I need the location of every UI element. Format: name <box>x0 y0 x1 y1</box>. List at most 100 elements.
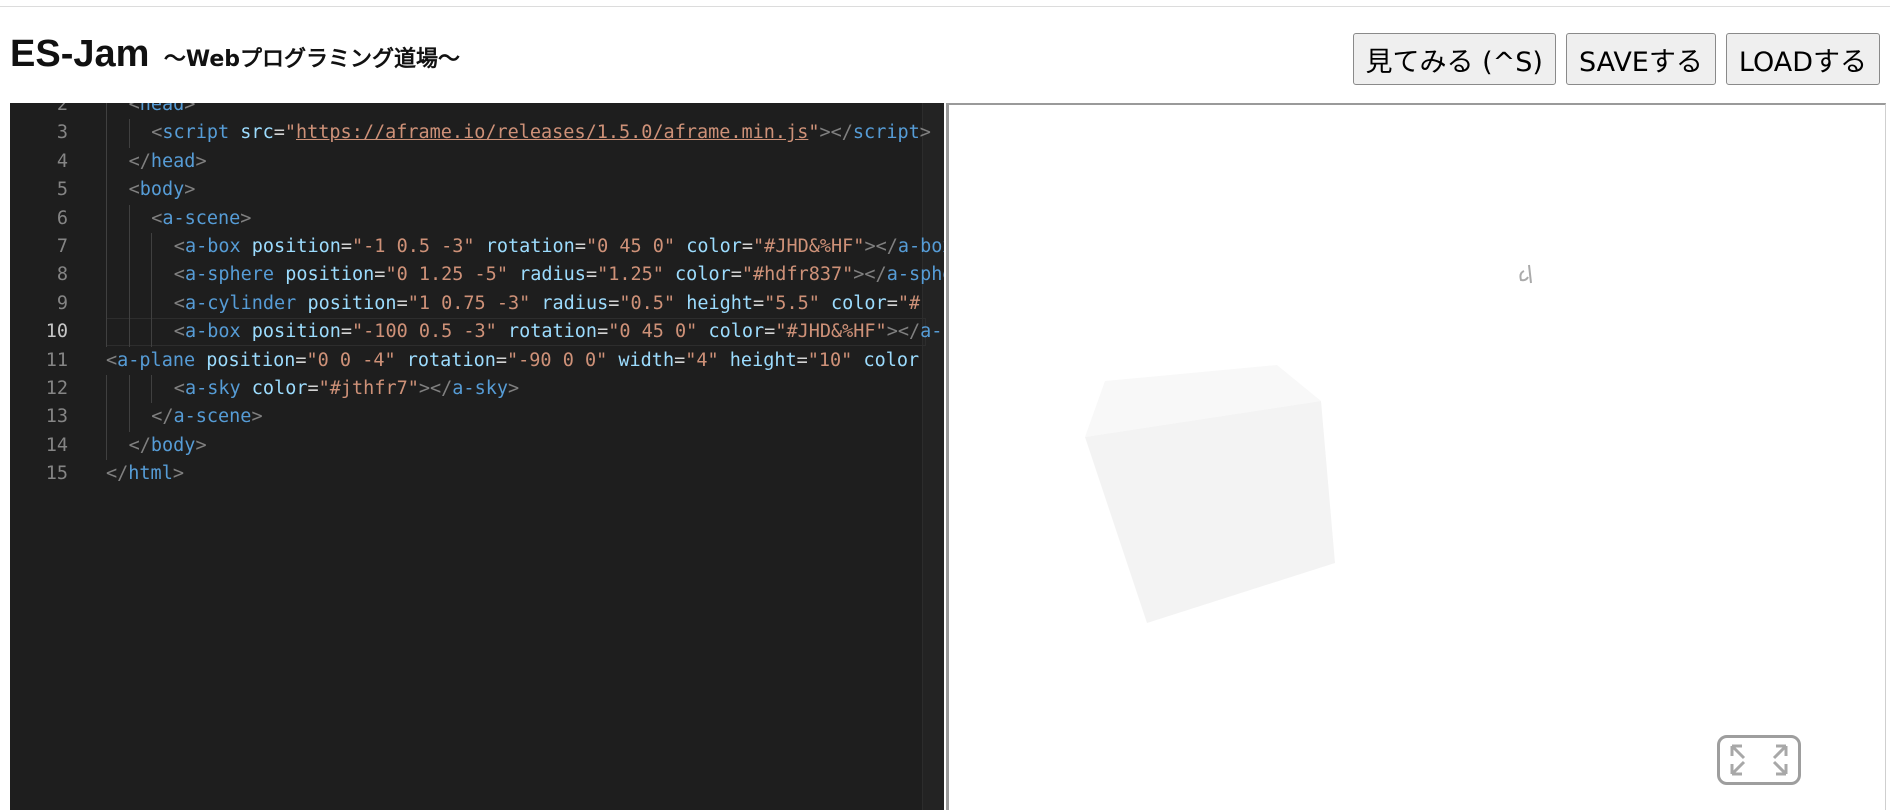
code-token: a-box <box>920 321 944 343</box>
code-token: = <box>273 122 285 144</box>
code-line[interactable]: <script src="https://aframe.io/releases/… <box>151 119 931 147</box>
indent-guide <box>106 103 107 120</box>
code-token: "#hdfr837" <box>741 264 854 286</box>
code-token: ></ <box>886 321 921 343</box>
code-token: position <box>206 349 296 371</box>
code-token: ></ <box>864 236 898 257</box>
code-token: "-90 0 0" <box>507 349 608 371</box>
app-header: ES-Jam ～Webプログラミング道場～ 見てみる (^S) SAVEする L… <box>0 7 1890 103</box>
code-token: body <box>139 179 185 201</box>
code-token: head <box>139 103 185 115</box>
preview-button[interactable]: 見てみる (^S) <box>1352 33 1556 85</box>
code-editor[interactable]: 2 <head> 3 <script src="https://aframe.io/r… <box>10 103 944 810</box>
indent-guide <box>106 375 107 404</box>
load-button[interactable]: LOADする <box>1725 33 1880 85</box>
fullscreen-button[interactable] <box>1717 735 1801 785</box>
code-token: a-sky <box>184 378 241 399</box>
code-token: > <box>919 122 931 144</box>
code-token: color <box>831 292 887 314</box>
save-button[interactable]: SAVEする <box>1565 33 1716 85</box>
code-token: < <box>151 122 163 144</box>
code-token: = <box>730 264 742 286</box>
code-token: </ <box>128 434 151 456</box>
code-token: </ <box>151 406 174 428</box>
line-number: 14 <box>45 434 68 456</box>
code-token: > <box>195 434 207 456</box>
code-token: < <box>128 103 140 115</box>
code-line[interactable]: <a-scene> <box>151 205 251 233</box>
box-3d <box>1085 365 1335 623</box>
code-token: a-sphere <box>886 264 944 286</box>
code-token: > <box>172 463 184 485</box>
code-token: radius <box>519 264 586 286</box>
code-token: position <box>285 264 375 286</box>
code-token: < <box>173 292 185 314</box>
code-line[interactable]: <a-box position="-1 0.5 -3" rotation="0 … <box>174 233 944 261</box>
app-subtitle: ～Webプログラミング道場～ <box>163 47 461 72</box>
code-token: ></ <box>853 264 887 286</box>
app-title: ES-Jam <box>10 33 150 75</box>
code-token: < <box>173 264 185 286</box>
code-token: "-100 0.5 -3" <box>352 321 497 343</box>
code-token: ></ <box>418 378 453 399</box>
line-number: 4 <box>56 150 68 172</box>
line-number: 2 <box>56 103 68 115</box>
code-token: > <box>184 179 196 201</box>
code-line[interactable]: <a-box position="-100 0.5 -3" rotation="… <box>174 318 944 346</box>
code-token: color <box>863 349 920 371</box>
line-number: 13 <box>45 406 68 428</box>
code-token: = <box>796 349 808 371</box>
line-number: 10 <box>45 321 68 343</box>
code-token: a-scene <box>162 207 241 229</box>
box-front-face <box>1085 401 1335 623</box>
code-line[interactable]: </body> <box>129 432 207 460</box>
line-number: 9 <box>56 292 68 314</box>
line-number: 8 <box>56 264 68 286</box>
code-token: " <box>808 122 820 144</box>
indent-guide <box>128 261 130 290</box>
code-token: </ <box>128 150 151 172</box>
code-line[interactable]: <a-sphere position="0 1.25 -5" radius="1… <box>174 261 944 289</box>
line-number: 12 <box>45 378 68 399</box>
code-token: position <box>307 292 397 314</box>
code-token: a-scene <box>173 406 252 428</box>
code-line[interactable]: <body> <box>129 176 196 204</box>
scene-canvas[interactable] <box>949 105 1886 810</box>
code-line[interactable]: <a-sky color="#jthfr7"></a-sky> <box>174 375 519 403</box>
code-line[interactable]: </head> <box>129 148 207 176</box>
code-line[interactable]: <head> <box>129 103 196 119</box>
code-token: = <box>741 236 754 257</box>
code-token: < <box>173 236 185 257</box>
top-rule <box>0 0 1890 7</box>
code-line[interactable]: <a-plane position="0 0 -4" rotation="-90… <box>106 347 919 375</box>
code-token: "4" <box>685 349 719 371</box>
code-token: "#JHD&%HF" <box>753 236 865 257</box>
code-token: script <box>852 122 920 144</box>
indent-guide <box>106 147 107 177</box>
editor-scrollbar[interactable] <box>922 103 944 810</box>
code-line[interactable]: </html> <box>106 460 184 488</box>
code-line[interactable]: </a-scene> <box>151 403 262 431</box>
brand: ES-Jam ～Webプログラミング道場～ <box>10 33 460 76</box>
preview-pane[interactable] <box>946 103 1886 810</box>
code-token: = <box>764 321 776 343</box>
code-token: height <box>729 349 797 371</box>
code-line[interactable]: <a-cylinder position="1 0.75 -3" radius=… <box>174 290 920 318</box>
line-number: 11 <box>45 349 68 371</box>
code-token: src <box>240 122 274 144</box>
